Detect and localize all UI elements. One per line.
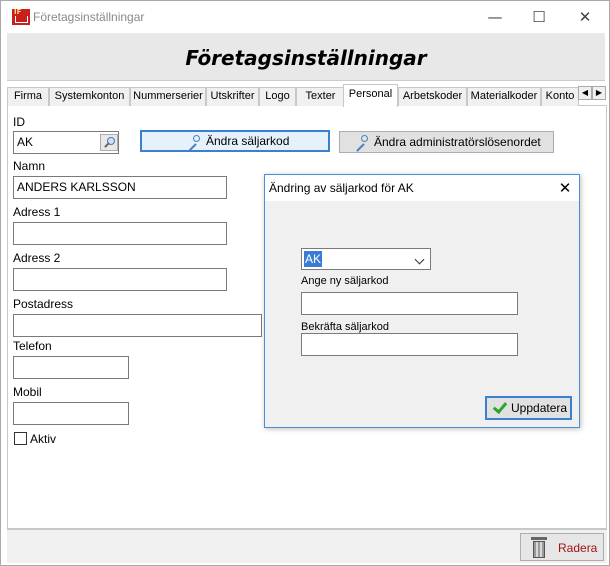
key-icon [354, 135, 368, 152]
address2-label: Adress 2 [13, 251, 61, 265]
tab-utskrifter[interactable]: Utskrifter [206, 87, 259, 106]
user-select-value: AK [304, 251, 323, 267]
tab-firma[interactable]: Firma [7, 87, 49, 106]
new-code-field[interactable] [301, 292, 518, 315]
name-label: Namn [13, 159, 46, 173]
tab-scroll-right-button[interactable]: ▶ [592, 86, 606, 100]
tab-konto[interactable]: Konto [541, 87, 579, 106]
tab-logo[interactable]: Logo [259, 87, 296, 106]
title-bar: IF Företagsinställningar — ☐ ✕ [1, 1, 609, 33]
name-field[interactable]: ANDERS KARLSSON [13, 176, 227, 199]
postal-field[interactable] [13, 314, 262, 337]
confirm-code-label: Bekräfta säljarkod [301, 321, 390, 333]
id-label: ID [13, 115, 25, 129]
page-title: Företagsinställningar [185, 46, 427, 70]
change-admin-password-label: Ändra administratörslösenordet [374, 135, 541, 149]
phone-label: Telefon [13, 339, 52, 353]
delete-label: Radera [558, 541, 598, 555]
new-code-label: Ange ny säljarkod [301, 275, 389, 287]
mobile-label: Mobil [13, 385, 42, 399]
phone-field[interactable] [13, 356, 129, 379]
app-icon: IF [12, 8, 30, 25]
active-checkbox[interactable] [14, 432, 27, 445]
user-select[interactable]: AK [301, 248, 431, 270]
tab-materialkoder[interactable]: Materialkoder [467, 87, 541, 106]
close-button[interactable]: ✕ [565, 5, 605, 29]
tab-personal[interactable]: Personal [343, 84, 398, 107]
minimize-button[interactable]: — [475, 5, 515, 29]
main-window: IF Företagsinställningar — ☐ ✕ Företagsi… [0, 0, 610, 566]
change-admin-password-button[interactable]: Ändra administratörslösenordet [339, 131, 554, 153]
checkmark-icon [492, 400, 506, 414]
address2-field[interactable] [13, 268, 227, 291]
postal-label: Postadress [13, 297, 74, 311]
address1-field[interactable] [13, 222, 227, 245]
delete-button[interactable]: Radera [520, 533, 604, 561]
app-icon-text: IF [14, 8, 22, 16]
window-title: Företagsinställningar [33, 10, 145, 24]
trash-icon [530, 537, 548, 559]
dialog-title: Ändring av säljarkod för AK [269, 181, 414, 195]
address1-label: Adress 1 [13, 205, 61, 219]
header-banner: Företagsinställningar [7, 33, 605, 81]
tab-texter[interactable]: Texter [296, 87, 345, 106]
id-search-button[interactable] [100, 134, 118, 151]
tab-nummerserier[interactable]: Nummerserier [130, 87, 206, 106]
change-sales-code-button[interactable]: Ändra säljarkod [140, 130, 330, 152]
update-button[interactable]: Uppdatera [485, 396, 572, 420]
chevron-down-icon [414, 254, 425, 265]
dialog-title-bar: Ändring av säljarkod för AK ✕ [265, 175, 579, 201]
tab-arbetskoder[interactable]: Arbetskoder [398, 87, 467, 106]
change-sales-code-label: Ändra säljarkod [206, 134, 290, 148]
maximize-button[interactable]: ☐ [519, 5, 559, 29]
tab-scroll-left-button[interactable]: ◀ [578, 86, 592, 100]
dialog-close-button[interactable]: ✕ [553, 177, 577, 199]
active-label: Aktiv [30, 432, 57, 446]
confirm-code-field[interactable] [301, 333, 518, 356]
update-label: Uppdatera [511, 401, 568, 415]
tab-bar: Firma Systemkonton Nummerserier Utskrift… [7, 84, 607, 107]
key-icon [186, 135, 200, 152]
mobile-field[interactable] [13, 402, 129, 425]
tab-systemkonton[interactable]: Systemkonton [49, 87, 130, 106]
bottom-toolbar: Radera [7, 529, 607, 563]
change-sales-code-dialog: Ändring av säljarkod för AK ✕ AK Ange ny… [264, 174, 580, 428]
